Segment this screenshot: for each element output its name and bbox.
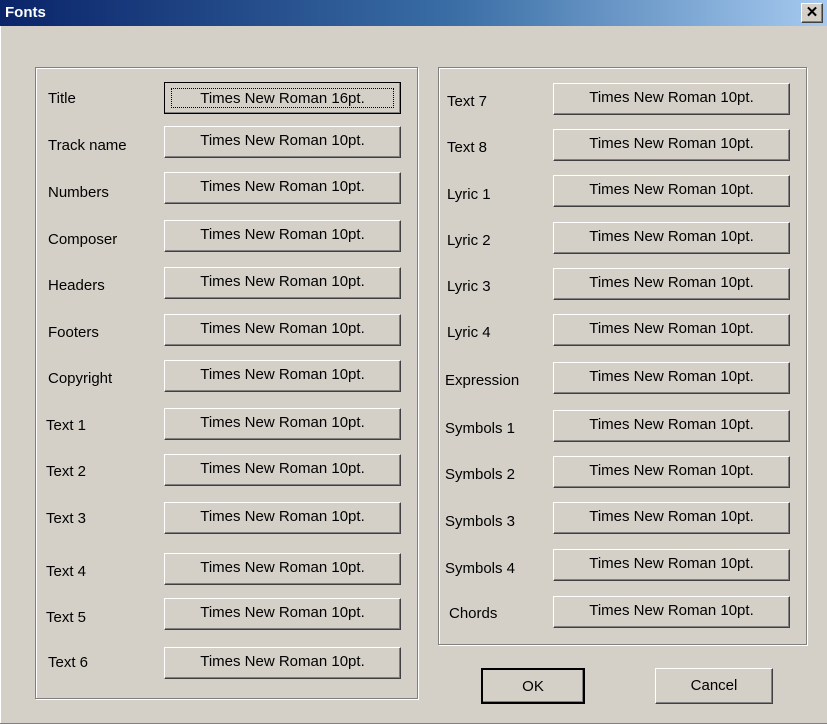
font-row-label-left: Track name [48,137,127,154]
font-select-button[interactable]: Times New Roman 10pt. [553,362,790,394]
close-button[interactable]: ✕ [801,3,823,23]
font-select-button[interactable]: Times New Roman 10pt. [553,549,790,581]
font-row-label-left: Footers [48,324,99,341]
font-select-button[interactable]: Times New Roman 10pt. [553,268,790,300]
font-row-label-left: Numbers [48,184,109,201]
font-row-label-left: Text 6 [48,654,89,671]
font-row-label-left: Text 2 [46,463,87,480]
ok-button[interactable]: OK [481,668,585,704]
font-select-button[interactable]: Times New Roman 10pt. [164,267,401,299]
font-select-button[interactable]: Times New Roman 10pt. [553,596,790,628]
font-row-label-left: Text 1 [46,417,87,434]
font-row-label-left: Title [48,90,76,107]
font-row-label-right: Text 7 [447,93,488,110]
font-select-button[interactable]: Times New Roman 10pt. [553,222,790,254]
font-row-label-right: Symbols 4 [445,560,516,577]
cancel-button[interactable]: Cancel [655,668,773,704]
font-select-button[interactable]: Times New Roman 10pt. [553,314,790,346]
font-row-label-right: Symbols 3 [445,513,516,530]
window-title: Fonts [5,4,46,21]
font-select-button[interactable]: Times New Roman 10pt. [553,502,790,534]
font-select-button[interactable]: Times New Roman 10pt. [553,83,790,115]
font-select-button[interactable]: Times New Roman 10pt. [164,360,401,392]
font-select-button[interactable]: Times New Roman 10pt. [164,314,401,346]
font-row-label-right: Symbols 2 [445,466,516,483]
font-row-label-right: Lyric 3 [447,278,491,295]
font-select-button[interactable]: Times New Roman 10pt. [164,408,401,440]
font-select-button[interactable]: Times New Roman 10pt. [164,220,401,252]
font-select-button[interactable]: Times New Roman 10pt. [164,553,401,585]
font-row-label-right: Lyric 2 [447,232,491,249]
font-row-label-left: Composer [48,231,118,248]
font-row-label-left: Text 5 [46,609,87,626]
font-select-button[interactable]: Times New Roman 10pt. [553,456,790,488]
font-row-label-left: Text 3 [46,510,87,527]
title-bar[interactable]: Fonts ✕ [0,0,827,26]
font-row-label-right: Expression [445,372,520,389]
font-select-button[interactable]: Times New Roman 16pt. [164,82,401,114]
window-border [0,26,1,724]
font-row-label-right: Symbols 1 [445,420,516,437]
font-select-button[interactable]: Times New Roman 10pt. [164,598,401,630]
font-select-button[interactable]: Times New Roman 10pt. [553,175,790,207]
close-icon: ✕ [805,4,819,21]
font-select-button[interactable]: Times New Roman 10pt. [164,126,401,158]
font-row-label-right: Text 8 [447,139,488,156]
font-select-button[interactable]: Times New Roman 10pt. [164,647,401,679]
font-row-label-right: Lyric 1 [447,186,491,203]
font-row-label-right: Lyric 4 [447,324,491,341]
font-select-button[interactable]: Times New Roman 10pt. [164,172,401,204]
font-select-button[interactable]: Times New Roman 10pt. [553,410,790,442]
focus-ring: Times New Roman 16pt. [171,88,394,108]
font-select-button[interactable]: Times New Roman 10pt. [164,454,401,486]
font-row-label-right: Chords [449,605,498,622]
font-row-label-left: Copyright [48,370,113,387]
font-select-button[interactable]: Times New Roman 10pt. [553,129,790,161]
font-row-label-left: Text 4 [46,563,87,580]
font-select-button[interactable]: Times New Roman 10pt. [164,502,401,534]
font-row-label-left: Headers [48,277,105,294]
